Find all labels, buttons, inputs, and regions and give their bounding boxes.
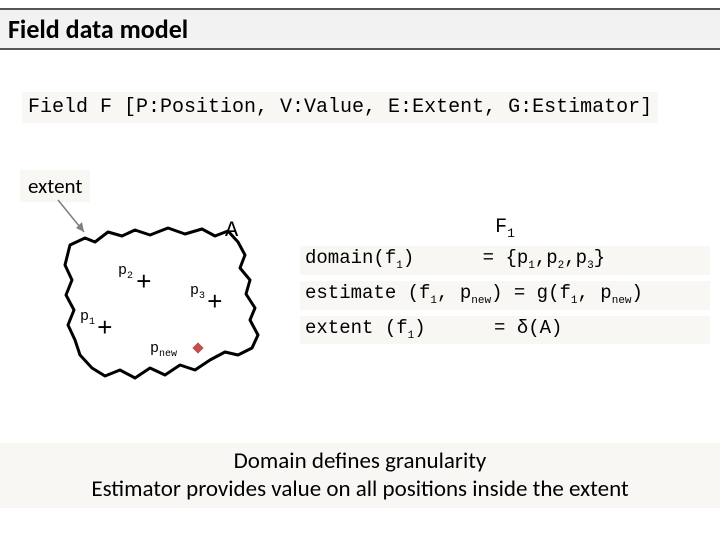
region-outline [40, 220, 285, 390]
example-heading: F1 [300, 218, 710, 240]
point-p1-marker: + [97, 324, 113, 334]
extent-line: extent (f1) = δ(A) [300, 316, 710, 345]
math-block: F1 domain(f1) = {p1,p2,p3} estimate (f1,… [300, 218, 710, 350]
region-label-a: A [225, 218, 238, 243]
point-pnew-label: pnew [150, 340, 177, 360]
point-p3-marker: + [207, 298, 223, 308]
slide-title: Field data model [8, 13, 188, 45]
point-p1-label: p1 [80, 308, 95, 328]
summary-text: Domain defines granularity Estimator pro… [0, 443, 720, 509]
domain-line: domain(f1) = {p1,p2,p3} [300, 246, 710, 275]
point-p2-label: p2 [118, 262, 133, 282]
title-band: Field data model [0, 8, 720, 50]
point-p3-label: p3 [190, 282, 205, 302]
point-p2-marker: + [136, 278, 152, 288]
estimate-line: estimate (f1, pnew) = g(f1, pnew) [300, 281, 710, 310]
definition-code: Field F [P:Position, V:Value, E:Extent, … [22, 92, 658, 123]
